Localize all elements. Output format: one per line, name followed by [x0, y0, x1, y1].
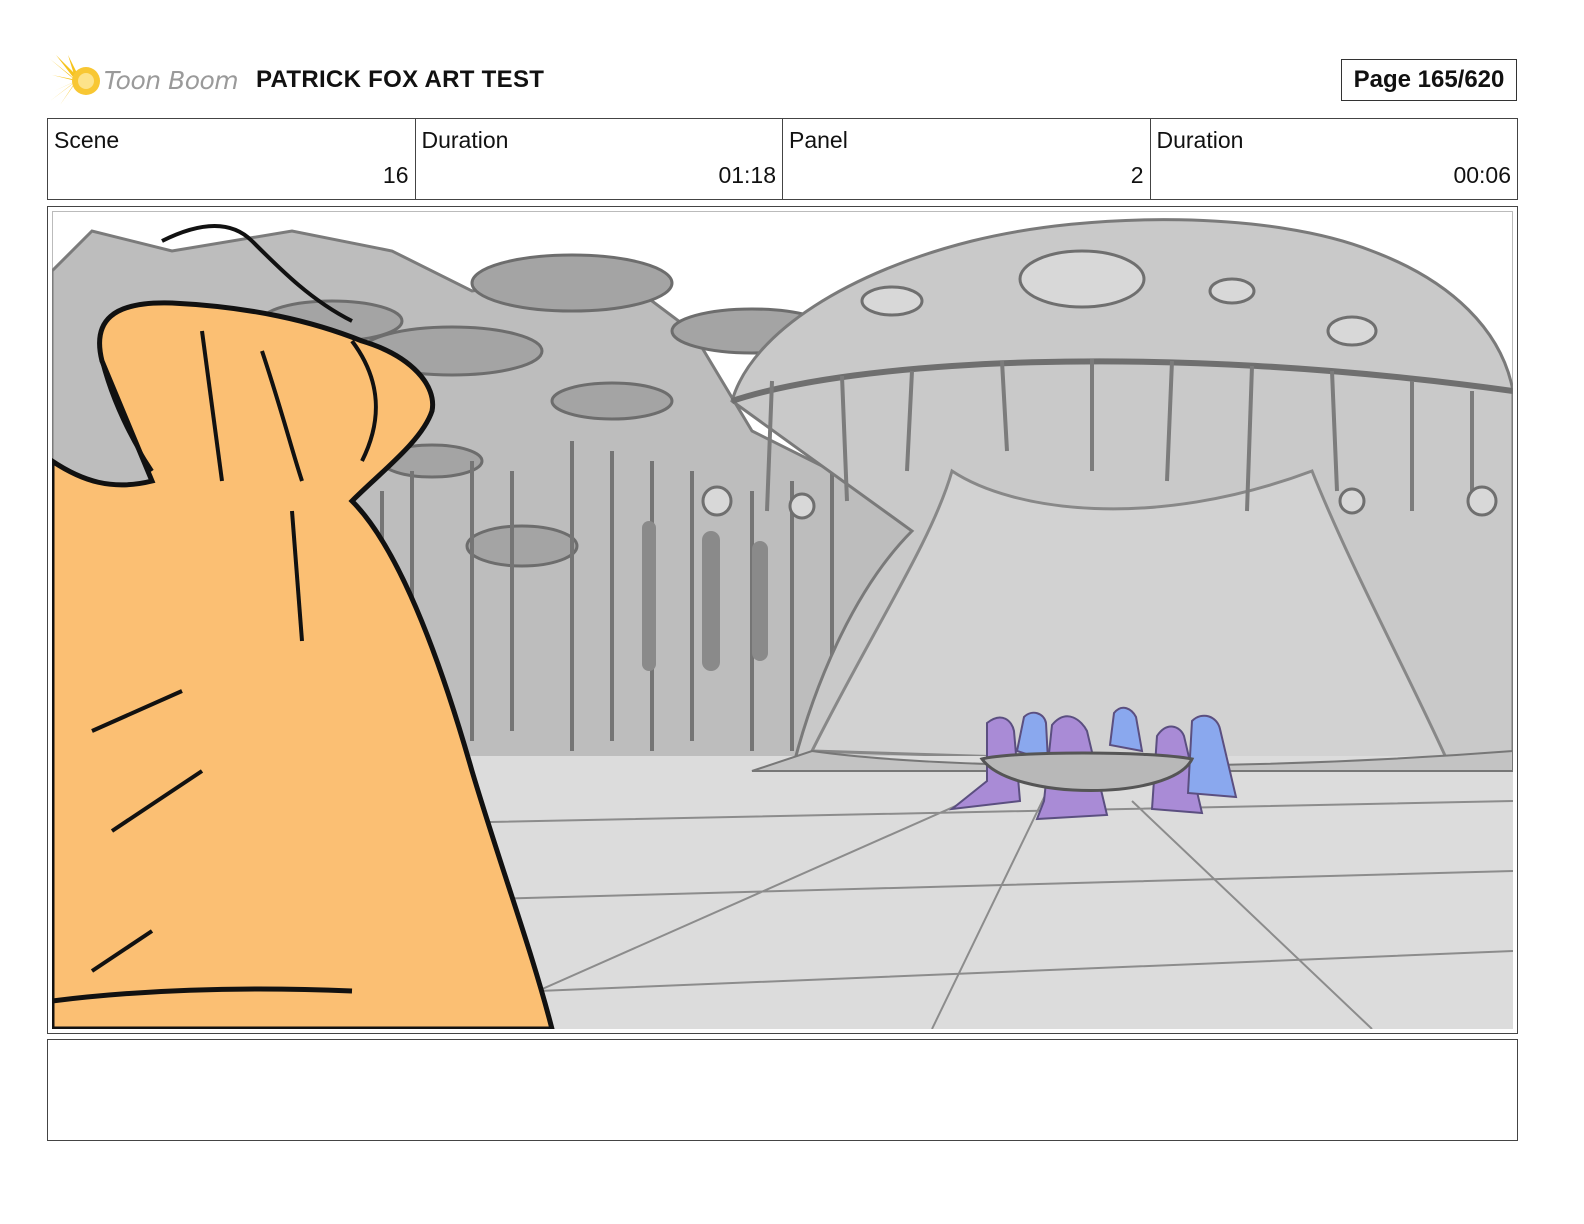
panel-value: 2	[1130, 162, 1144, 188]
panel-cell: Panel 2	[783, 119, 1151, 199]
storyboard-panel	[47, 206, 1518, 1034]
sun-burst-icon	[50, 55, 100, 105]
document-title: PATRICK FOX ART TEST	[256, 66, 545, 93]
panel-duration-label: Duration	[1156, 127, 1244, 153]
panel-label: Panel	[789, 127, 848, 153]
scene-label: Scene	[54, 127, 120, 153]
storyboard-drawing	[52, 211, 1513, 1029]
panel-duration-cell: Duration 00:06	[1151, 119, 1518, 199]
panel-duration-value: 00:06	[1453, 162, 1511, 188]
scene-info-table: Scene 16 Duration 01:18 Panel 2 Duration…	[47, 118, 1518, 200]
panel-notes-box	[47, 1039, 1518, 1141]
scene-duration-value: 01:18	[718, 162, 776, 188]
toon-boom-logo: Toon Boom	[50, 55, 240, 107]
logo-text: Toon Boom	[104, 66, 239, 95]
scene-cell: Scene 16	[48, 119, 416, 199]
scene-value: 16	[382, 162, 409, 188]
scene-duration-label: Duration	[421, 127, 509, 153]
page-indicator: Page 165/620	[1341, 59, 1517, 101]
scene-duration-cell: Duration 01:18	[416, 119, 783, 199]
